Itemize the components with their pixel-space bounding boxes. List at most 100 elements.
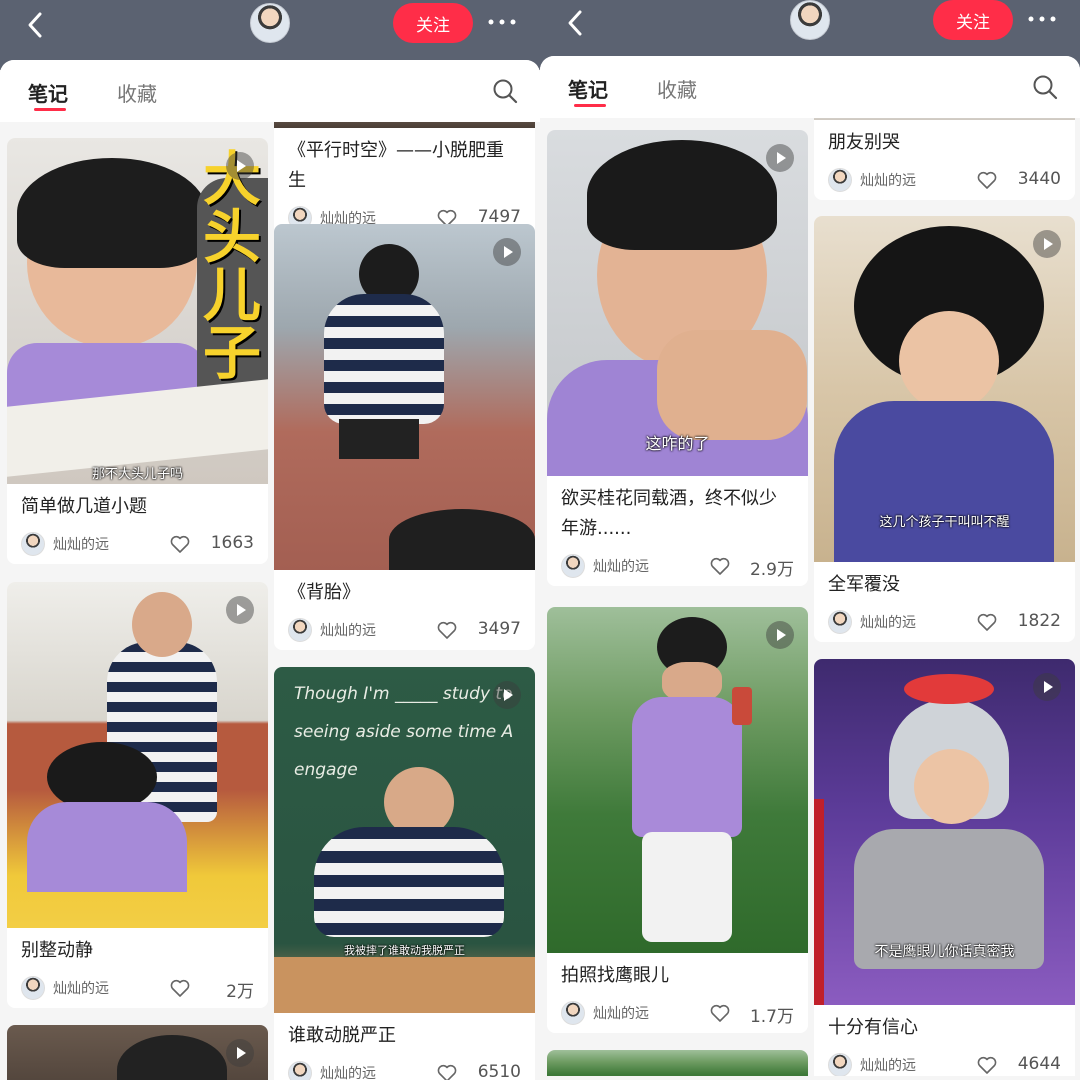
like-count: 6510 <box>477 1062 521 1080</box>
note-title: 简单做几道小题 <box>21 496 147 517</box>
note-card[interactable]: 别整动静 灿灿的远 2万 <box>7 582 268 1008</box>
note-title: 全军覆没 <box>828 574 900 595</box>
note-cover <box>7 582 268 928</box>
like-count: 2.9万 <box>749 560 794 580</box>
author-name: 灿灿的远 <box>53 981 109 997</box>
tab-favorites[interactable]: 收藏 <box>657 74 697 103</box>
note-card[interactable] <box>547 1050 808 1076</box>
notes-feed: 大头儿子 那不大头儿子吗 简单做几道小题 灿灿的远 1663 别整动静 灿灿的远… <box>0 122 540 1080</box>
cover-shirt <box>324 294 444 424</box>
cover-hair <box>587 140 777 250</box>
active-tab-indicator <box>34 108 66 111</box>
like-count: 4644 <box>1017 1054 1061 1074</box>
more-icon[interactable] <box>487 18 517 26</box>
note-title: 十分有信心 <box>828 1017 918 1038</box>
play-icon <box>1033 673 1061 701</box>
cover-face <box>662 662 722 702</box>
author-avatar <box>21 532 45 556</box>
note-card[interactable]: 拍照找鹰眼儿 灿灿的远 1.7万 <box>547 607 808 1033</box>
play-icon <box>226 1039 254 1067</box>
note-meta: 灿灿的远 3440 <box>814 158 1075 200</box>
note-meta: 灿灿的远 4644 <box>814 1043 1075 1076</box>
heart-icon[interactable] <box>170 535 190 553</box>
heart-icon[interactable] <box>710 557 730 575</box>
like-count: 1822 <box>1017 611 1061 631</box>
note-card[interactable]: 大头儿子 那不大头儿子吗 简单做几道小题 灿灿的远 1663 <box>7 138 268 564</box>
play-icon <box>1033 230 1061 258</box>
note-card[interactable] <box>7 1025 268 1080</box>
author-name: 灿灿的远 <box>860 173 916 189</box>
note-card[interactable]: 不是鹰眼儿你话真密我 十分有信心 灿灿的远 4644 <box>814 659 1075 1076</box>
note-title: 欲买桂花同载酒，终不似少年游...... <box>561 488 777 539</box>
author-name: 灿灿的远 <box>593 559 649 575</box>
tab-bar: 笔记 收藏 <box>540 56 1080 118</box>
cover-shorts <box>339 419 419 459</box>
note-meta: 灿灿的远 1663 <box>7 522 268 564</box>
note-meta: 灿灿的远 6510 <box>274 1051 535 1080</box>
author-avatar <box>828 610 852 634</box>
heart-icon[interactable] <box>710 1004 730 1022</box>
play-icon <box>226 152 254 180</box>
cover-overlay-text: 大头儿子 <box>193 148 261 380</box>
cover-caption: 这咋的了 <box>645 434 710 453</box>
cover-tire <box>389 509 535 570</box>
follow-button[interactable]: 关注 <box>933 0 1013 40</box>
note-meta: 灿灿的远 3497 <box>274 608 535 650</box>
tab-bar: 笔记 收藏 <box>0 60 540 122</box>
content-sheet: 笔记 收藏 这咋的了 欲买桂花同载酒，终不似少年游...... 灿灿的远 2.9… <box>540 56 1080 1076</box>
heart-icon[interactable] <box>437 1064 457 1080</box>
note-title: 别整动静 <box>21 940 93 961</box>
note-card[interactable]: 朋友别哭 灿灿的远 3440 <box>814 118 1075 200</box>
heart-icon[interactable] <box>437 621 457 639</box>
like-count: 1663 <box>210 533 254 553</box>
back-arrow-icon[interactable] <box>22 8 52 42</box>
note-meta: 灿灿的远 1.7万 <box>547 991 808 1033</box>
note-card[interactable]: 这咋的了 欲买桂花同载酒，终不似少年游...... 灿灿的远 2.9万 <box>547 130 808 586</box>
note-title: 《平行时空》——小脱肥重生 <box>288 140 504 191</box>
cover-plume <box>904 674 994 704</box>
cover-face <box>914 749 989 824</box>
note-cover: 这咋的了 <box>547 130 808 476</box>
search-icon[interactable] <box>1032 74 1058 100</box>
like-count: 2万 <box>226 982 254 1002</box>
note-cover <box>547 607 808 953</box>
author-avatar <box>561 1001 585 1025</box>
heart-icon[interactable] <box>977 1056 997 1074</box>
note-meta: 灿灿的远 2.9万 <box>547 544 808 586</box>
note-title: 谁敢动脱严正 <box>288 1025 396 1046</box>
author-name: 灿灿的远 <box>53 537 109 553</box>
author-name: 灿灿的远 <box>320 1066 376 1080</box>
cover-dress <box>834 401 1054 562</box>
follow-button[interactable]: 关注 <box>393 3 473 43</box>
tab-notes[interactable]: 笔记 <box>568 74 608 103</box>
note-card[interactable]: 这几个孩子干叫叫不醒 全军覆没 灿灿的远 1822 <box>814 216 1075 642</box>
profile-avatar[interactable] <box>250 3 290 43</box>
note-card[interactable]: Though I'm _____ study to seeing aside s… <box>274 667 535 1080</box>
note-cover <box>274 122 535 128</box>
search-icon[interactable] <box>492 78 518 104</box>
note-cover <box>547 1050 808 1076</box>
right-screen: 关注 笔记 收藏 这咋的了 欲买桂花同载酒，终不似少年游...... 灿灿的远 … <box>540 0 1080 1080</box>
more-icon[interactable] <box>1027 15 1057 23</box>
tab-favorites[interactable]: 收藏 <box>117 78 157 107</box>
back-arrow-icon[interactable] <box>562 8 592 42</box>
profile-avatar[interactable] <box>790 0 830 40</box>
cover-caption: 不是鹰眼儿你话真密我 <box>874 944 1015 960</box>
play-icon <box>766 144 794 172</box>
left-screen: 关注 笔记 收藏 大头儿子 那不大头儿子吗 简单做几道小题 灿灿的远 1663 … <box>0 0 540 1080</box>
heart-icon[interactable] <box>170 979 190 997</box>
note-cover: 不是鹰眼儿你话真密我 <box>814 659 1075 1005</box>
cover-caption: 这几个孩子干叫叫不醒 <box>879 515 1010 530</box>
heart-icon[interactable] <box>977 171 997 189</box>
author-avatar <box>21 976 45 1000</box>
note-cover: 大头儿子 那不大头儿子吗 <box>7 138 268 484</box>
cover-shirt <box>27 802 187 892</box>
heart-icon[interactable] <box>977 613 997 631</box>
tab-notes[interactable]: 笔记 <box>28 78 68 107</box>
cover-desk <box>274 957 535 1013</box>
content-sheet: 笔记 收藏 大头儿子 那不大头儿子吗 简单做几道小题 灿灿的远 1663 别整动… <box>0 60 540 1080</box>
note-card[interactable]: 《背胎》 灿灿的远 3497 <box>274 224 535 650</box>
author-avatar <box>828 168 852 192</box>
note-card[interactable]: 《平行时空》——小脱肥重生 灿灿的远 7497 <box>274 122 535 238</box>
cover-face <box>899 311 999 411</box>
